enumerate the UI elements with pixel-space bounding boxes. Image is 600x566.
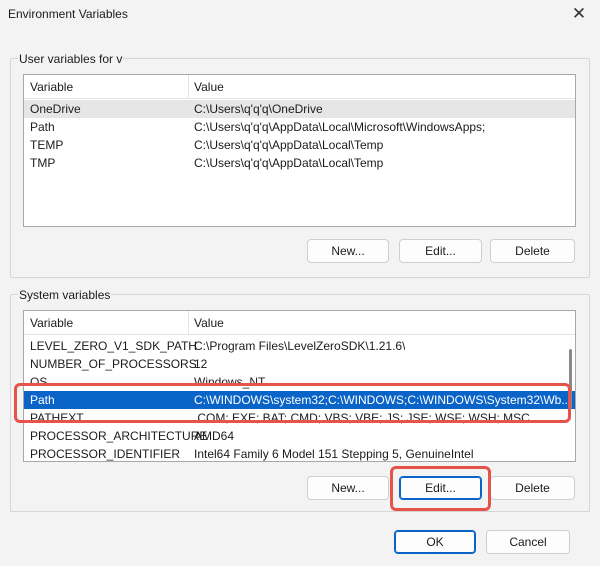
user-variables-list[interactable]: Variable Value OneDrive C:\Users\q'q'q\O… <box>23 74 576 227</box>
variable-value: AMD64 <box>194 429 235 443</box>
highlight-path-row <box>14 383 571 423</box>
title-bar: Environment Variables ✕ <box>0 0 600 30</box>
close-button[interactable]: ✕ <box>566 2 592 26</box>
highlight-edit-button <box>390 466 491 511</box>
variable-name: Path <box>30 120 55 134</box>
column-header-value[interactable]: Value <box>188 311 224 335</box>
table-row[interactable]: NUMBER_OF_PROCESSORS 12 <box>24 355 575 373</box>
cancel-button[interactable]: Cancel <box>486 530 570 554</box>
column-header-variable[interactable]: Variable <box>24 75 73 99</box>
table-row[interactable]: Path C:\Users\q'q'q\AppData\Local\Micros… <box>24 118 575 136</box>
variable-value: C:\Program Files\LevelZeroSDK\1.21.6\ <box>194 339 406 353</box>
user-variables-label: User variables for v <box>18 52 124 66</box>
system-delete-button[interactable]: Delete <box>490 476 575 500</box>
variable-name: LEVEL_ZERO_V1_SDK_PATH <box>30 339 197 353</box>
variable-name: OneDrive <box>30 102 81 116</box>
window-title: Environment Variables <box>8 7 128 21</box>
table-row[interactable]: PROCESSOR_ARCHITECTURE AMD64 <box>24 427 575 445</box>
variable-name: NUMBER_OF_PROCESSORS <box>30 357 197 371</box>
variable-value: C:\Users\q'q'q\AppData\Local\Temp <box>194 156 384 170</box>
variable-value: C:\Users\q'q'q\AppData\Local\Microsoft\W… <box>194 120 486 134</box>
user-delete-button[interactable]: Delete <box>490 239 575 263</box>
variable-value: Intel64 Family 6 Model 151 Stepping 5, G… <box>194 447 474 461</box>
user-edit-button[interactable]: Edit... <box>399 239 482 263</box>
table-row[interactable]: PROCESSOR_IDENTIFIER Intel64 Family 6 Mo… <box>24 445 575 461</box>
column-header-value[interactable]: Value <box>188 75 224 99</box>
user-list-header: Variable Value <box>24 75 575 99</box>
variable-name: PROCESSOR_IDENTIFIER <box>30 447 181 461</box>
variable-value: 12 <box>194 357 208 371</box>
column-header-variable[interactable]: Variable <box>24 311 73 335</box>
variable-name: PROCESSOR_ARCHITECTURE <box>30 429 208 443</box>
ok-button[interactable]: OK <box>394 530 476 554</box>
variable-value: C:\Users\q'q'q\AppData\Local\Temp <box>194 138 384 152</box>
system-variables-label: System variables <box>18 288 112 302</box>
system-new-button[interactable]: New... <box>307 476 389 500</box>
variable-value: C:\Users\q'q'q\OneDrive <box>194 102 323 116</box>
close-icon: ✕ <box>571 4 587 23</box>
table-row[interactable]: TEMP C:\Users\q'q'q\AppData\Local\Temp <box>24 136 575 154</box>
variable-name: TEMP <box>30 138 64 152</box>
user-new-button[interactable]: New... <box>307 239 389 263</box>
table-row[interactable]: TMP C:\Users\q'q'q\AppData\Local\Temp <box>24 154 575 172</box>
system-list-header: Variable Value <box>24 311 575 335</box>
table-row[interactable]: LEVEL_ZERO_V1_SDK_PATH C:\Program Files\… <box>24 337 575 355</box>
table-row[interactable]: OneDrive C:\Users\q'q'q\OneDrive <box>24 100 575 118</box>
variable-name: TMP <box>30 156 56 170</box>
